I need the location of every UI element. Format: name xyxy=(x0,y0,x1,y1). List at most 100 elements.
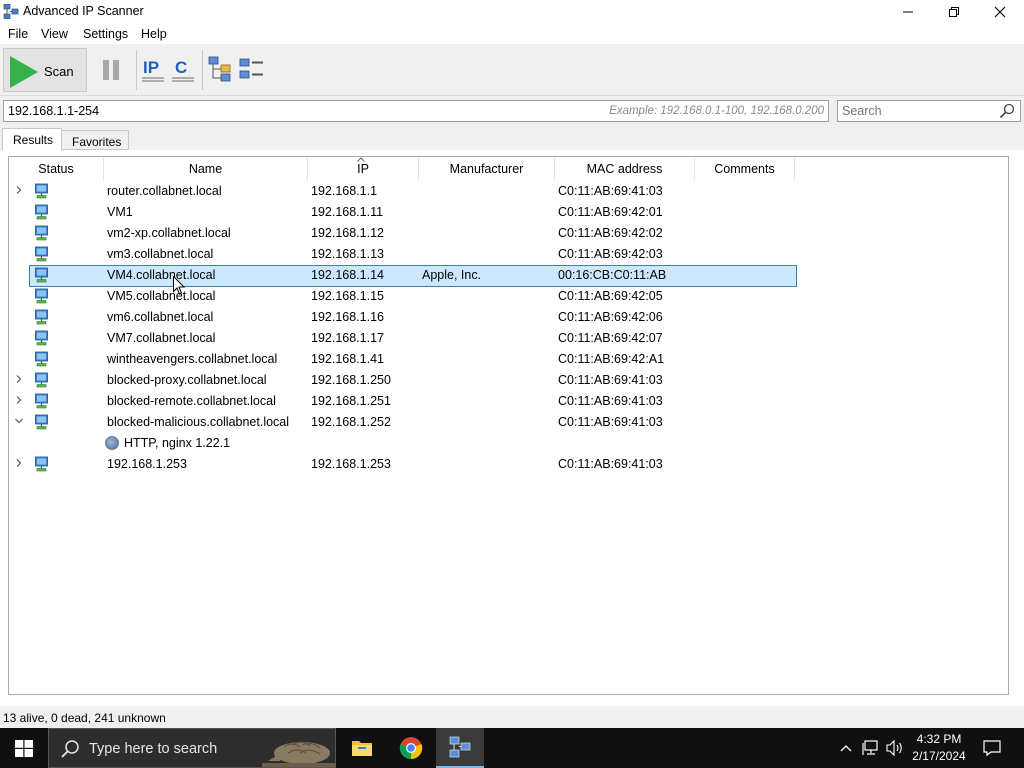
notification-icon xyxy=(983,740,1001,756)
minimize-icon xyxy=(903,11,913,13)
tab-favorites[interactable]: Favorites xyxy=(61,130,129,150)
mac-address: C0:11:AB:69:41:03 xyxy=(558,394,663,408)
taskbar-advanced-ip-scanner[interactable] xyxy=(436,728,484,768)
column-manufacturer[interactable]: Manufacturer xyxy=(419,157,555,181)
svg-text:IP: IP xyxy=(143,58,159,77)
address-row: Example: 192.168.0.1-100, 192.168.0.200 xyxy=(0,96,1024,126)
table-row[interactable]: VM1 192.168.1.11 C0:11:AB:69:42:01 xyxy=(9,202,1008,223)
computer-status-icon xyxy=(35,267,48,283)
service-row[interactable]: HTTP, nginx 1.22.1 xyxy=(9,433,1008,454)
scan-button[interactable]: Scan xyxy=(3,48,87,92)
computer-status-icon xyxy=(35,225,48,241)
ip-address: 192.168.1.13 xyxy=(311,247,384,261)
ip-address: 192.168.1.11 xyxy=(311,205,384,219)
host-name: VM1 xyxy=(107,205,133,219)
search-input[interactable] xyxy=(838,101,994,121)
sort-ascending-icon xyxy=(357,157,365,162)
taskbar-file-explorer[interactable] xyxy=(338,728,386,768)
computer-status-icon xyxy=(35,351,48,367)
computer-status-icon xyxy=(35,456,48,472)
minimize-button[interactable] xyxy=(885,0,931,24)
chevron-down-icon[interactable] xyxy=(14,416,24,426)
scan-button-label: Scan xyxy=(44,64,74,79)
table-row[interactable]: blocked-malicious.collabnet.local 192.168… xyxy=(9,412,1008,433)
table-row[interactable]: VM7.collabnet.local 192.168.1.17 C0:11:AB:… xyxy=(9,328,1008,349)
pause-button[interactable] xyxy=(96,48,128,92)
mac-address: C0:11:AB:69:42:03 xyxy=(558,247,663,261)
file-explorer-icon xyxy=(352,741,372,756)
table-row[interactable]: blocked-proxy.collabnet.local 192.168.1.2… xyxy=(9,370,1008,391)
table-row[interactable]: vm3.collabnet.local 192.168.1.13 C0:11:AB:… xyxy=(9,244,1008,265)
tab-results[interactable]: Results xyxy=(2,128,62,151)
mac-address: C0:11:AB:69:42:01 xyxy=(558,205,663,219)
mac-address: 00:16:CB:C0:11:AB xyxy=(558,268,667,282)
computer-status-icon xyxy=(35,288,48,304)
mac-address: C0:11:AB:69:41:03 xyxy=(558,457,663,471)
table-row[interactable]: blocked-remote.collabnet.local 192.168.1.… xyxy=(9,391,1008,412)
ip-address: 192.168.1.12 xyxy=(311,226,384,240)
ip-address: 192.168.1.1 xyxy=(311,184,378,198)
tray-network[interactable] xyxy=(860,728,882,768)
taskbar: Type here to search 4:32 PM 2/17/2024 xyxy=(0,728,1024,768)
mac-address: C0:11:AB:69:41:03 xyxy=(558,184,663,198)
play-icon xyxy=(10,56,38,88)
chevron-right-icon[interactable] xyxy=(14,185,24,195)
tray-show-hidden[interactable] xyxy=(836,728,856,768)
column-comments[interactable]: Comments xyxy=(695,157,795,181)
ip-address: 192.168.1.15 xyxy=(311,289,384,303)
table-row[interactable]: VM5.collabnet.local 192.168.1.15 C0:11:AB:… xyxy=(9,286,1008,307)
results-list[interactable]: Status Name IP Manufacturer MAC address … xyxy=(8,156,1009,695)
status-bar: 13 alive, 0 dead, 241 unknown xyxy=(0,706,1024,728)
expand-all-icon[interactable] xyxy=(207,54,235,84)
table-row[interactable]: 192.168.1.253 192.168.1.253 C0:11:AB:69:41… xyxy=(9,454,1008,475)
menu-settings[interactable]: Settings xyxy=(83,27,128,41)
taskbar-search-box[interactable]: Type here to search xyxy=(48,728,336,768)
close-button[interactable] xyxy=(977,0,1023,24)
network-icon xyxy=(862,740,878,755)
column-name[interactable]: Name xyxy=(104,157,308,181)
chevron-right-icon[interactable] xyxy=(14,458,24,468)
scan-status-text: 13 alive, 0 dead, 241 unknown xyxy=(3,711,166,725)
table-row[interactable]: VM4.collabnet.local 192.168.1.14 Apple, In… xyxy=(9,265,1008,287)
chevron-right-icon[interactable] xyxy=(14,374,24,384)
computer-status-icon xyxy=(35,393,48,409)
restore-icon xyxy=(949,7,959,17)
ip-subnet-icon[interactable]: IP xyxy=(140,54,168,84)
pangolin-search-highlight-icon xyxy=(262,741,336,767)
ip-address: 192.168.1.251 xyxy=(311,394,391,408)
search-box[interactable] xyxy=(837,100,1021,122)
table-row[interactable]: wintheavengers.collabnet.local 192.168.1.… xyxy=(9,349,1008,370)
menu-view[interactable]: View xyxy=(41,27,68,41)
host-name: wintheavengers.collabnet.local xyxy=(107,352,278,366)
windows-start-icon[interactable] xyxy=(15,740,33,757)
restore-button[interactable] xyxy=(931,0,977,24)
computer-status-icon xyxy=(35,372,48,388)
svg-text:C: C xyxy=(175,58,187,77)
window-title: Advanced IP Scanner xyxy=(23,4,144,18)
menu-file[interactable]: File xyxy=(8,27,28,41)
chevron-right-icon[interactable] xyxy=(14,395,24,405)
taskbar-chrome[interactable] xyxy=(387,728,435,768)
http-service-globe-icon xyxy=(105,436,119,450)
ip-address: 192.168.1.253 xyxy=(311,457,391,471)
taskbar-clock-time[interactable]: 4:32 PM xyxy=(900,732,978,746)
taskbar-clock-date[interactable]: 2/17/2024 xyxy=(900,749,978,763)
table-row[interactable]: router.collabnet.local 192.168.1.1 C0:11:A… xyxy=(9,181,1008,202)
column-mac-address[interactable]: MAC address xyxy=(555,157,695,181)
host-name: vm3.collabnet.local xyxy=(107,247,214,261)
close-icon xyxy=(994,6,1006,18)
computer-status-icon xyxy=(35,414,48,430)
table-row[interactable]: vm2-xp.collabnet.local 192.168.1.12 C0:11:… xyxy=(9,223,1008,244)
app-network-icon xyxy=(3,4,19,19)
tray-notifications[interactable] xyxy=(978,728,1006,768)
search-icon[interactable] xyxy=(998,103,1016,119)
column-status[interactable]: Status xyxy=(9,157,104,181)
computer-status-icon xyxy=(35,246,48,262)
tab-strip: Results Favorites xyxy=(0,126,1024,151)
host-name: blocked-remote.collabnet.local xyxy=(107,394,276,408)
ip-address: 192.168.1.14 xyxy=(311,268,384,282)
table-row[interactable]: vm6.collabnet.local 192.168.1.16 C0:11:AB:… xyxy=(9,307,1008,328)
menu-help[interactable]: Help xyxy=(141,27,167,41)
collapse-all-icon[interactable] xyxy=(238,54,266,84)
class-c-subnet-icon[interactable]: C xyxy=(170,54,198,84)
